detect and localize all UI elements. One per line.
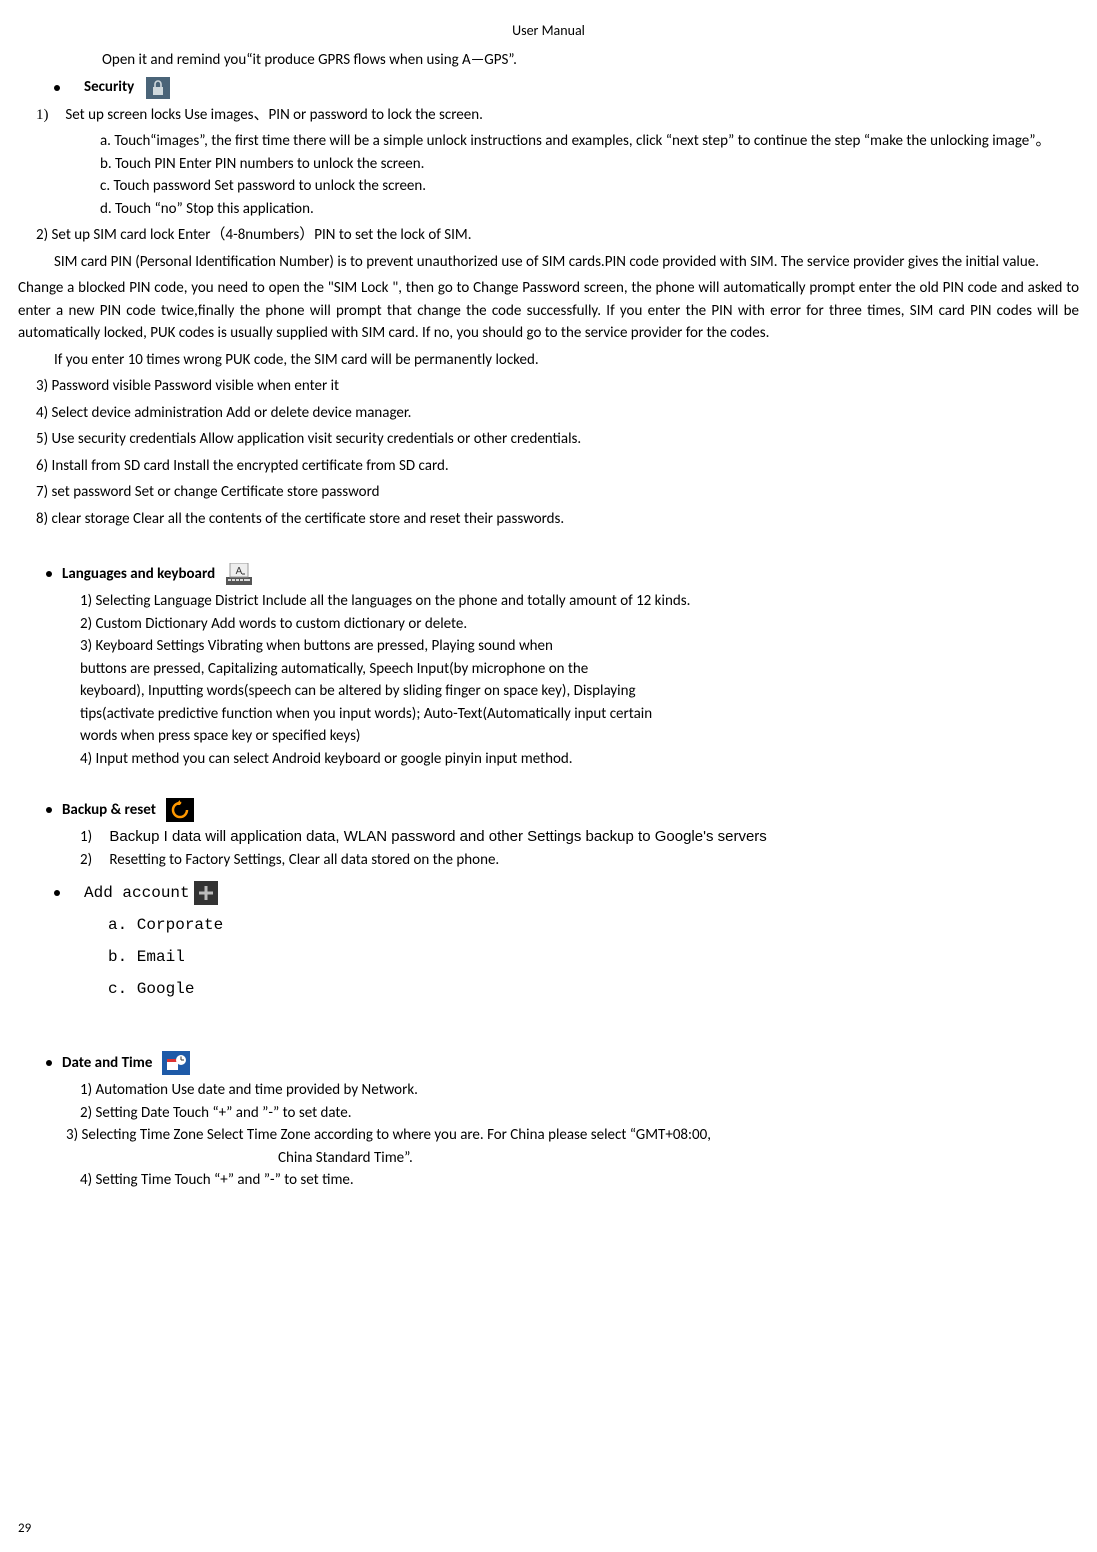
dt-item-3a: 3) Selecting Time Zone Select Time Zone … xyxy=(66,1124,1079,1147)
sec-item-1d: d. Touch “no” Stop this application. xyxy=(100,198,1079,221)
dt-item-3b: China Standard Time”. xyxy=(278,1147,1079,1170)
puk-para: If you enter 10 times wrong PUK code, th… xyxy=(54,349,1079,372)
lang-item-3: 3) Keyboard Settings Vibrating when butt… xyxy=(80,635,1079,658)
sec-item-1b: b. Touch PIN Enter PIN numbers to unlock… xyxy=(100,153,1079,176)
lang-item-4: 4) Input method you can select Android k… xyxy=(80,748,1079,771)
sec-item-1a: a. Touch“images”, the first time there w… xyxy=(100,130,1079,153)
sec-item-1: 1) Set up screen locks Use images、PIN or… xyxy=(36,104,1079,127)
account-google: c. Google xyxy=(108,977,1079,1001)
section-datetime: Date and Time xyxy=(46,1051,1079,1075)
change-pin-para: Change a blocked PIN code, you need to o… xyxy=(18,277,1079,345)
bullet-icon xyxy=(46,807,52,813)
intro-text: Open it and remind you“it produce GPRS f… xyxy=(102,49,1079,72)
sec-item-2: 2) Set up SIM card lock Enter（4-8numbers… xyxy=(36,224,1079,247)
lang-item-3d: tips(activate predictive function when y… xyxy=(80,703,1079,726)
bullet-icon xyxy=(54,85,60,91)
lang-item-3c: keyboard), Inputting words(speech can be… xyxy=(80,680,1079,703)
sec-item-5: 5) Use security credentials Allow applic… xyxy=(36,428,1079,451)
plus-icon xyxy=(194,881,218,905)
lang-item-2: 2) Custom Dictionary Add words to custom… xyxy=(80,613,1079,636)
dt-item-1: 1) Automation Use date and time provided… xyxy=(80,1079,1079,1102)
section-backup: Backup & reset xyxy=(46,798,1079,822)
lock-icon xyxy=(144,76,172,100)
backup-label: Backup & reset xyxy=(62,799,156,822)
sec-item-7: 7) set password Set or change Certificat… xyxy=(36,481,1079,504)
simpin-para: SIM card PIN (Personal Identification Nu… xyxy=(54,251,1079,274)
bullet-icon xyxy=(54,890,60,896)
dt-item-2: 2) Setting Date Touch “+” and ”-” to set… xyxy=(80,1102,1079,1125)
sec-item-4: 4) Select device administration Add or d… xyxy=(36,402,1079,425)
sec-item-3: 3) Password visible Password visible whe… xyxy=(36,375,1079,398)
lang-item-1: 1) Selecting Language District Include a… xyxy=(80,590,1079,613)
account-corporate: a. Corporate xyxy=(108,913,1079,937)
bullet-icon xyxy=(46,1060,52,1066)
add-account-label: Add account xyxy=(84,881,190,905)
sec-item-1c: c. Touch password Set password to unlock… xyxy=(100,175,1079,198)
svg-text:A: A xyxy=(236,566,243,577)
section-add-account: Add account xyxy=(54,881,1079,905)
bullet-icon xyxy=(46,571,52,577)
account-email: b. Email xyxy=(108,945,1079,969)
security-label: Security xyxy=(84,76,134,99)
keyboard-a-icon: A xyxy=(225,562,253,586)
backup-item-1: 1) Backup I data will application data, … xyxy=(80,826,1079,849)
section-languages: Languages and keyboard A xyxy=(46,562,1079,586)
languages-label: Languages and keyboard xyxy=(62,563,215,586)
lang-item-3b: buttons are pressed, Capitalizing automa… xyxy=(80,658,1079,681)
sec-item-8: 8) clear storage Clear all the contents … xyxy=(36,508,1079,531)
reset-arrow-icon xyxy=(166,798,194,822)
clock-calendar-icon xyxy=(162,1051,190,1075)
page-header: User Manual xyxy=(18,20,1079,41)
dt-item-4: 4) Setting Time Touch “+” and ”-” to set… xyxy=(80,1169,1079,1192)
sec-item-6: 6) Install from SD card Install the encr… xyxy=(36,455,1079,478)
lang-item-3e: words when press space key or specified … xyxy=(80,725,1079,748)
page-number: 29 xyxy=(18,1519,31,1539)
backup-item-2: 2) Resetting to Factory Settings, Clear … xyxy=(80,849,1079,872)
datetime-label: Date and Time xyxy=(62,1052,152,1075)
section-security: Security xyxy=(54,76,1079,100)
